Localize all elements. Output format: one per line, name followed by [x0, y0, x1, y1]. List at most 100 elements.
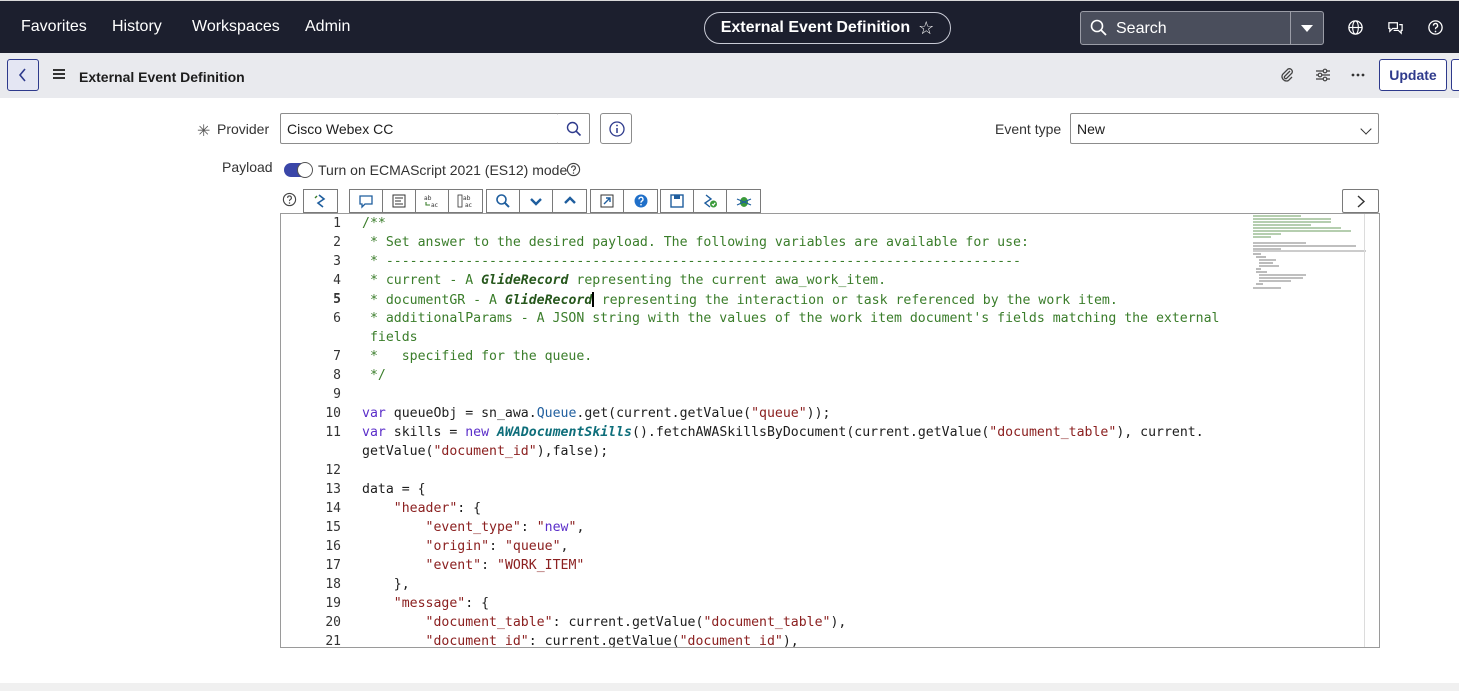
svg-text:ac: ac [465, 202, 472, 209]
line-number: 21 [325, 634, 341, 648]
chat-icon[interactable] [1387, 19, 1404, 36]
help-icon[interactable] [566, 162, 581, 177]
info-icon [609, 121, 625, 137]
code-line: * current - A GlideRecord representing t… [362, 273, 887, 288]
overflow-button[interactable] [1451, 59, 1459, 91]
line-number: 11 [325, 425, 341, 440]
line-number-gutter: 1 2 3 4 5 6 7 8 9 10 11 12 13 14 15 16 1… [281, 214, 347, 647]
search-icon [566, 121, 582, 137]
find-previous-button[interactable] [553, 190, 586, 212]
chevron-down-icon [1360, 123, 1372, 135]
es12-mode-label: Turn on ECMAScript 2021 (ES12) mode [318, 162, 568, 178]
comment-icon [359, 195, 373, 209]
line-number: 7 [333, 349, 341, 364]
line-number: 4 [333, 273, 341, 288]
update-button[interactable]: Update [1379, 59, 1447, 91]
chevron-down-icon [530, 198, 542, 206]
code-line: "message": { [393, 596, 490, 611]
toggle-sidebar-button[interactable] [1342, 189, 1379, 213]
code-line: * Set answer to the desired payload. The… [362, 235, 1029, 250]
menu-admin[interactable]: Admin [305, 18, 350, 36]
code-minimap[interactable] [1251, 214, 1366, 294]
provider-input[interactable]: Cisco Webex CC [280, 113, 559, 144]
fullscreen-button[interactable] [591, 190, 624, 212]
replace-all-button[interactable]: ab ac [449, 190, 482, 212]
save-button[interactable] [661, 190, 694, 212]
star-icon[interactable]: ☆ [918, 18, 934, 39]
form-header: External Event Definition Update [0, 53, 1459, 98]
context-title-pill[interactable]: External Event Definition ☆ [704, 12, 951, 44]
line-number: 16 [325, 539, 341, 554]
search-icon [496, 194, 510, 208]
menu-history[interactable]: History [112, 18, 162, 36]
provider-lookup-button[interactable] [558, 113, 590, 144]
chevron-left-icon [18, 68, 26, 82]
top-navigation-bar: Favorites History Workspaces Admin Exter… [0, 0, 1459, 53]
menu-workspaces[interactable]: Workspaces [192, 18, 280, 36]
toolbar-group-save [660, 189, 761, 213]
script-editor[interactable]: 1 2 3 4 5 6 7 8 9 10 11 12 13 14 15 16 1… [280, 213, 1380, 648]
search-code-button[interactable] [487, 190, 520, 212]
help-icon[interactable] [282, 192, 297, 207]
code-line: "event": "WORK_ITEM" [425, 558, 585, 573]
code-line: */ [362, 368, 386, 383]
paperclip-icon[interactable] [1279, 67, 1295, 83]
chevron-down-icon[interactable] [1301, 25, 1313, 32]
line-number: 8 [333, 368, 341, 383]
format-code-button[interactable] [304, 190, 337, 212]
replace-button[interactable]: ab ac [416, 190, 449, 212]
back-button[interactable] [7, 59, 39, 91]
syntax-check-button[interactable] [694, 190, 727, 212]
code-line: * specified for the queue. [362, 349, 593, 364]
svg-text:ab: ab [424, 195, 432, 202]
replace-all-icon: abac [457, 194, 472, 209]
line-number: 18 [325, 577, 341, 592]
chevron-up-icon [563, 196, 576, 204]
search-icon [1090, 19, 1107, 36]
format-text-button[interactable] [383, 190, 416, 212]
code-line: "event_type": "new", [425, 520, 585, 535]
vertical-scrollbar[interactable] [1364, 214, 1365, 647]
search-placeholder: Search [1116, 20, 1167, 37]
form-title: External Event Definition [79, 69, 245, 85]
es12-mode-toggle[interactable] [284, 162, 313, 178]
code-line: * --------------------------------------… [362, 254, 1021, 269]
settings-sliders-icon[interactable] [1315, 67, 1331, 83]
payload-label: Payload [222, 159, 273, 175]
help-icon[interactable] [1427, 19, 1444, 36]
svg-text:ab: ab [463, 195, 471, 202]
line-number: 17 [325, 558, 341, 573]
line-number: 12 [325, 463, 341, 478]
script-debugger-button[interactable] [727, 190, 760, 212]
svg-text:ac: ac [431, 202, 438, 209]
format-code-icon [314, 194, 325, 208]
code-line: * additionalParams - A JSON string with … [362, 311, 1220, 326]
more-options-icon[interactable] [1350, 67, 1366, 83]
footer-strip [0, 683, 1459, 691]
help-icon [634, 194, 647, 208]
save-icon [670, 194, 684, 208]
line-number: 14 [325, 501, 341, 516]
globe-icon[interactable] [1347, 19, 1364, 36]
code-line: getValue("document_id"),false); [362, 444, 609, 459]
hamburger-menu-icon[interactable] [53, 69, 65, 79]
code-line: * documentGR - A GlideRecord representin… [362, 292, 1118, 308]
comment-button[interactable] [350, 190, 383, 212]
line-number: 5 [333, 292, 341, 307]
script-help-button[interactable] [624, 190, 657, 212]
code-line: }, [362, 577, 410, 592]
code-line: "document_id": current.getValue("documen… [425, 634, 799, 648]
toolbar-group-format [303, 189, 338, 213]
global-search[interactable]: Search [1080, 11, 1324, 45]
provider-info-button[interactable] [600, 113, 632, 144]
code-line: data = { [362, 482, 426, 497]
menu-favorites[interactable]: Favorites [21, 18, 87, 36]
toolbar-group-search [486, 189, 587, 213]
find-next-button[interactable] [520, 190, 553, 212]
event-type-select[interactable]: New [1070, 113, 1379, 144]
toolbar-group-view [590, 189, 658, 213]
code-line: fields [362, 330, 418, 345]
code-line: "document_table": current.getValue("docu… [425, 615, 847, 630]
line-number: 1 [333, 216, 341, 231]
